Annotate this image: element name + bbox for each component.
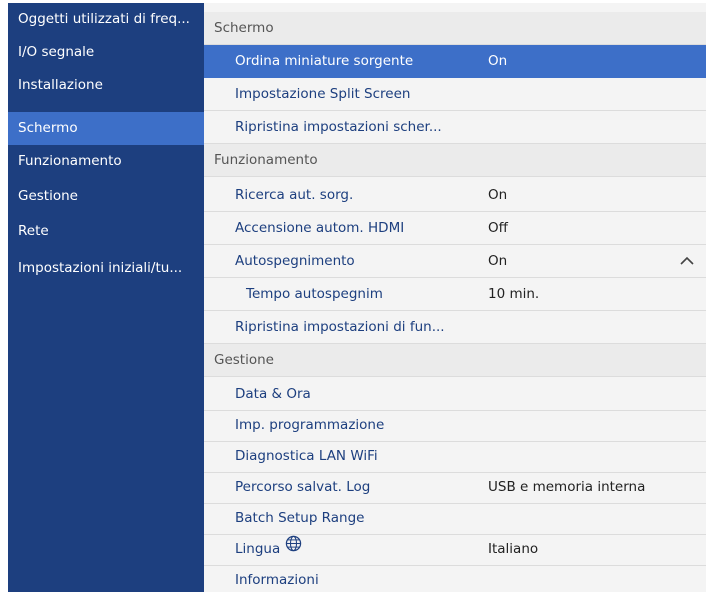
setting-row-split-screen[interactable]: Impostazione Split Screen (204, 78, 706, 111)
settings-panel: Schermo Ordina miniature sorgente On Imp… (204, 3, 706, 592)
section-header-funzionamento: Funzionamento (204, 144, 706, 177)
setting-row-accensione-hdmi[interactable]: Accensione autom. HDMI Off (204, 212, 706, 245)
section-title: Gestione (214, 352, 274, 368)
sidebar: Oggetti utilizzati di freq... I/O segnal… (8, 3, 204, 592)
section-title: Schermo (214, 20, 274, 36)
setting-value: 10 min. (488, 286, 540, 302)
setting-label: Impostazione Split Screen (235, 86, 411, 102)
sidebar-item-impostazioni-iniziali[interactable]: Impostazioni iniziali/tu... (8, 252, 204, 285)
setting-label: Lingua (235, 541, 281, 557)
sidebar-item-signal-io[interactable]: I/O segnale (8, 36, 204, 69)
chevron-up-icon[interactable] (680, 245, 694, 277)
setting-row-lingua[interactable]: Lingua Italiano (204, 533, 706, 566)
setting-row-autospegnimento[interactable]: Autospegnimento On (204, 245, 706, 278)
setting-label: Tempo autospegnim (246, 286, 383, 302)
menu-frame: Oggetti utilizzati di freq... I/O segnal… (8, 3, 706, 592)
setting-value: Off (488, 220, 508, 236)
globe-icon (285, 532, 302, 564)
setting-value: On (488, 53, 508, 69)
setting-row-tempo-autospegnim[interactable]: Tempo autospegnim 10 min. (204, 278, 706, 311)
setting-row-percorso-log[interactable]: Percorso salvat. Log USB e memoria inter… (204, 471, 706, 504)
setting-row-informazioni[interactable]: Informazioni (204, 564, 706, 597)
sidebar-item-gestione[interactable]: Gestione (8, 180, 204, 213)
setting-row-batch-setup[interactable]: Batch Setup Range (204, 502, 706, 535)
setting-value: On (488, 253, 508, 269)
setting-value: On (488, 187, 508, 203)
sidebar-item-schermo[interactable]: Schermo (8, 112, 204, 145)
setting-value: Italiano (488, 541, 539, 557)
setting-label: Percorso salvat. Log (235, 479, 371, 495)
sidebar-item-frequent[interactable]: Oggetti utilizzati di freq... (8, 3, 204, 36)
setting-label: Accensione autom. HDMI (235, 220, 405, 236)
setting-label: Ripristina impostazioni scher... (235, 119, 442, 135)
setting-row-ripristina-funzionamento[interactable]: Ripristina impostazioni di fun... (204, 311, 706, 344)
setting-label: Ricerca aut. sorg. (235, 187, 354, 203)
section-header-schermo: Schermo (204, 12, 706, 45)
sidebar-item-rete[interactable]: Rete (8, 215, 204, 248)
setting-row-ordina-miniature[interactable]: Ordina miniature sorgente On (204, 45, 706, 78)
setting-label: Autospegnimento (235, 253, 355, 269)
section-header-gestione: Gestione (204, 344, 706, 377)
setting-label: Diagnostica LAN WiFi (235, 448, 378, 464)
setting-row-imp-programmazione[interactable]: Imp. programmazione (204, 409, 706, 442)
setting-row-data-ora[interactable]: Data & Ora (204, 378, 706, 411)
sidebar-item-funzionamento[interactable]: Funzionamento (8, 145, 204, 178)
setting-label: Data & Ora (235, 386, 311, 402)
setting-row-ripristina-schermo[interactable]: Ripristina impostazioni scher... (204, 111, 706, 144)
setting-label: Ripristina impostazioni di fun... (235, 319, 445, 335)
setting-value: USB e memoria interna (488, 479, 646, 495)
section-title: Funzionamento (214, 152, 318, 168)
setting-label: Batch Setup Range (235, 510, 365, 526)
setting-label: Informazioni (235, 572, 319, 588)
setting-row-ricerca-aut[interactable]: Ricerca aut. sorg. On (204, 179, 706, 212)
sidebar-item-installazione[interactable]: Installazione (8, 69, 204, 102)
setting-label: Ordina miniature sorgente (235, 53, 414, 69)
setting-label-wrap: Lingua (235, 533, 302, 565)
setting-row-diagnostica-lan[interactable]: Diagnostica LAN WiFi (204, 440, 706, 473)
setting-label: Imp. programmazione (235, 417, 385, 433)
